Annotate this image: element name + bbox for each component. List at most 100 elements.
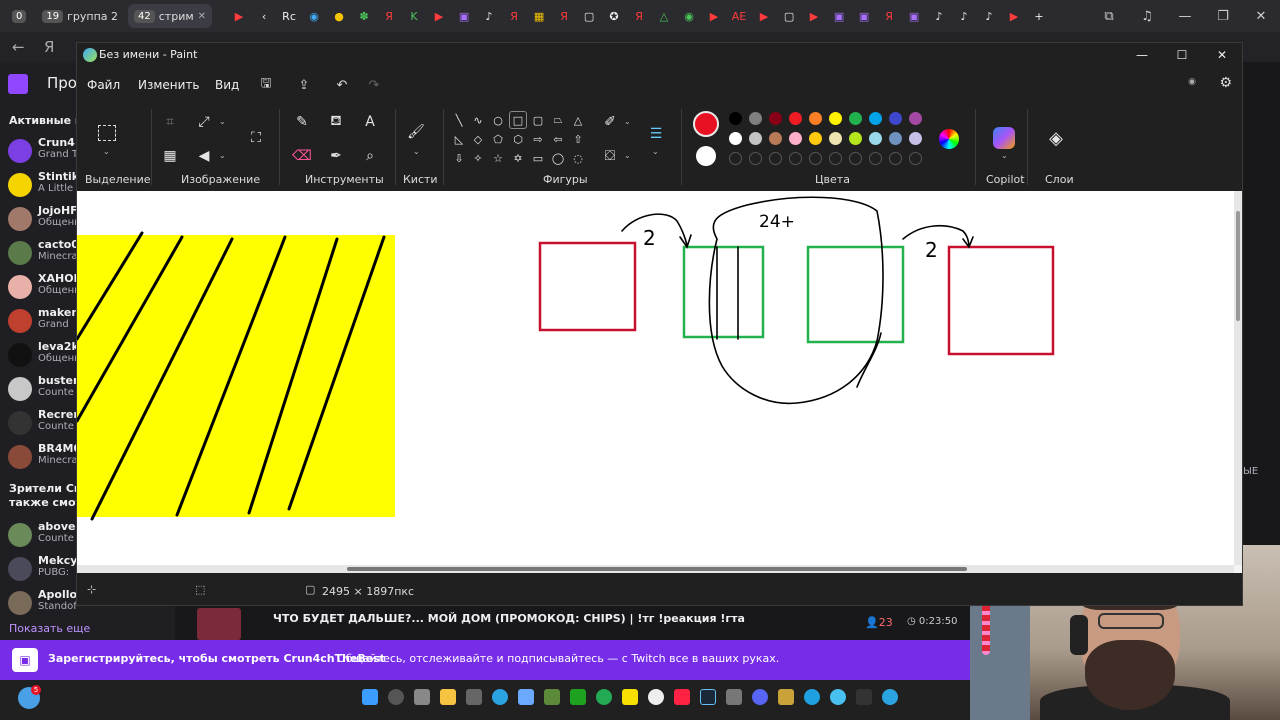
fill-bucket-icon[interactable]: ⛾	[325, 111, 347, 133]
telegram-icon[interactable]	[882, 689, 898, 705]
signup-banner-title[interactable]: Зарегистрируйтесь, чтобы смотреть Crun4c…	[48, 652, 385, 665]
stream-title[interactable]: ЧТО БУДЕТ ДАЛЬШЕ?... МОЙ ДОМ (ПРОМОКОД: …	[273, 612, 745, 625]
channel-item[interactable]: BR4M0 Minecra	[8, 442, 81, 472]
minecraft-icon[interactable]	[544, 689, 560, 705]
palette-swatch-empty[interactable]	[869, 152, 882, 165]
browser-tab-group2[interactable]: 19 группа 2	[36, 4, 124, 28]
channel-item[interactable]: cacto0 Minecra	[8, 238, 79, 268]
search-icon[interactable]	[388, 689, 404, 705]
image-crop-select-icon[interactable]: ⛶	[245, 127, 267, 149]
app-icon[interactable]	[856, 689, 872, 705]
settings-gear-icon[interactable]: ⚙	[1219, 75, 1232, 91]
tiktok-icon[interactable]: ♪	[480, 7, 498, 25]
site-icon[interactable]: ▦	[530, 7, 548, 25]
channel-item[interactable]: buster Counte	[8, 374, 78, 404]
arrow-left-shape-icon[interactable]: ⇦	[550, 131, 566, 147]
account-icon[interactable]: ◉	[1188, 77, 1196, 87]
callout-oval-shape-icon[interactable]: ◯	[550, 150, 566, 166]
vertical-scrollbar[interactable]	[1234, 191, 1242, 565]
magnifier-icon[interactable]: ⌕	[359, 145, 381, 167]
channel-item[interactable]: Apollon Standof	[8, 588, 85, 618]
site-icon[interactable]: ✽	[355, 7, 373, 25]
palette-swatch[interactable]	[829, 132, 842, 145]
palette-swatch[interactable]	[729, 132, 742, 145]
palette-swatch[interactable]	[789, 132, 802, 145]
palette-swatch[interactable]	[769, 112, 782, 125]
explorer-icon[interactable]	[440, 689, 456, 705]
palette-swatch[interactable]	[769, 132, 782, 145]
youtube-icon[interactable]: ▶	[230, 7, 248, 25]
pencil-icon[interactable]: ✎	[291, 111, 313, 133]
drive-icon[interactable]: △	[655, 7, 673, 25]
line-shape-icon[interactable]: ╲	[451, 112, 467, 128]
browser-tab-stream[interactable]: 42 стрим ✕	[128, 4, 213, 28]
right-triangle-shape-icon[interactable]: ◺	[451, 131, 467, 147]
yandex-icon[interactable]: Я	[630, 7, 648, 25]
minimize-icon[interactable]: —	[1166, 0, 1204, 32]
horizontal-scrollbar[interactable]	[77, 565, 1234, 573]
app-icon[interactable]	[596, 689, 612, 705]
youtube-icon[interactable]: ▶	[1005, 7, 1023, 25]
app-icon[interactable]	[726, 689, 742, 705]
yandex-icon[interactable]: Я	[880, 7, 898, 25]
close-icon[interactable]: ✕	[198, 11, 206, 22]
arrow-down-shape-icon[interactable]: ⇩	[451, 150, 467, 166]
menu-file[interactable]: Файл	[87, 78, 120, 92]
horizontal-scroll-thumb[interactable]	[347, 567, 967, 571]
yandex-home-icon[interactable]: Я	[44, 38, 54, 56]
image-select-icon[interactable]: ▦	[159, 145, 181, 167]
outline-icon[interactable]: ✐	[599, 111, 621, 133]
undo-icon[interactable]: ↶	[331, 74, 353, 96]
yandex-icon[interactable]: Я	[505, 7, 523, 25]
save-icon[interactable]: 🖫	[255, 74, 277, 96]
yandex-browser-icon[interactable]	[648, 689, 664, 705]
palette-swatch[interactable]	[909, 112, 922, 125]
palette-swatch-empty[interactable]	[829, 152, 842, 165]
channel-item[interactable]: Mekcy_ PUBG:	[8, 554, 83, 584]
pentagon-shape-icon[interactable]: ⬠	[490, 131, 506, 147]
back-icon[interactable]: ‹	[255, 7, 273, 25]
paint-icon[interactable]	[830, 689, 846, 705]
palette-swatch-empty[interactable]	[809, 152, 822, 165]
chevron-down-icon[interactable]: ⌄	[652, 147, 659, 156]
palette-swatch[interactable]	[749, 132, 762, 145]
browser-tab-0[interactable]: 0	[6, 4, 32, 28]
chevron-down-icon[interactable]: ⌄	[624, 117, 631, 126]
palette-swatch[interactable]	[809, 112, 822, 125]
palette-swatch-empty[interactable]	[849, 152, 862, 165]
palette-swatch[interactable]	[829, 112, 842, 125]
diamond-shape-icon[interactable]: ◇	[470, 131, 486, 147]
polygon-shape-icon[interactable]: ⏢	[550, 112, 566, 128]
star5-shape-icon[interactable]: ☆	[490, 150, 506, 166]
back-arrow-icon[interactable]: ←	[12, 38, 25, 56]
palette-swatch[interactable]	[789, 112, 802, 125]
xbox-icon[interactable]	[570, 689, 586, 705]
app-icon[interactable]	[778, 689, 794, 705]
notifications-icon[interactable]: ♫	[1128, 0, 1166, 32]
steam-icon[interactable]	[700, 689, 716, 705]
show-more-link[interactable]: Показать еще	[9, 622, 90, 635]
youtube-icon[interactable]: ▶	[430, 7, 448, 25]
palette-swatch-empty[interactable]	[789, 152, 802, 165]
youtube-icon[interactable]: ▶	[805, 7, 823, 25]
palette-swatch[interactable]	[869, 132, 882, 145]
secondary-color-swatch[interactable]	[696, 146, 716, 166]
chevron-down-icon[interactable]: ⌄	[219, 117, 226, 126]
selection-tool-icon[interactable]	[98, 125, 116, 141]
site-icon[interactable]: AE	[730, 7, 748, 25]
maximize-icon[interactable]: ☐	[1162, 43, 1202, 67]
maximize-icon[interactable]: ❐	[1204, 0, 1242, 32]
star4-shape-icon[interactable]: ✧	[470, 150, 486, 166]
site-icon[interactable]: ◉	[305, 7, 323, 25]
yandex-icon[interactable]: Я	[555, 7, 573, 25]
chevron-down-icon[interactable]: ⌄	[219, 151, 226, 160]
task-view-icon[interactable]	[414, 689, 430, 705]
palette-swatch[interactable]	[809, 132, 822, 145]
curve-shape-icon[interactable]: ∿	[470, 112, 486, 128]
vertical-scroll-thumb[interactable]	[1236, 211, 1240, 321]
doc-icon[interactable]: ▢	[580, 7, 598, 25]
site-icon[interactable]: K	[405, 7, 423, 25]
layers-icon[interactable]: ◈	[1045, 127, 1067, 149]
color-picker-icon[interactable]: ✒	[325, 145, 347, 167]
channel-item[interactable]: Recren Counte	[8, 408, 81, 438]
